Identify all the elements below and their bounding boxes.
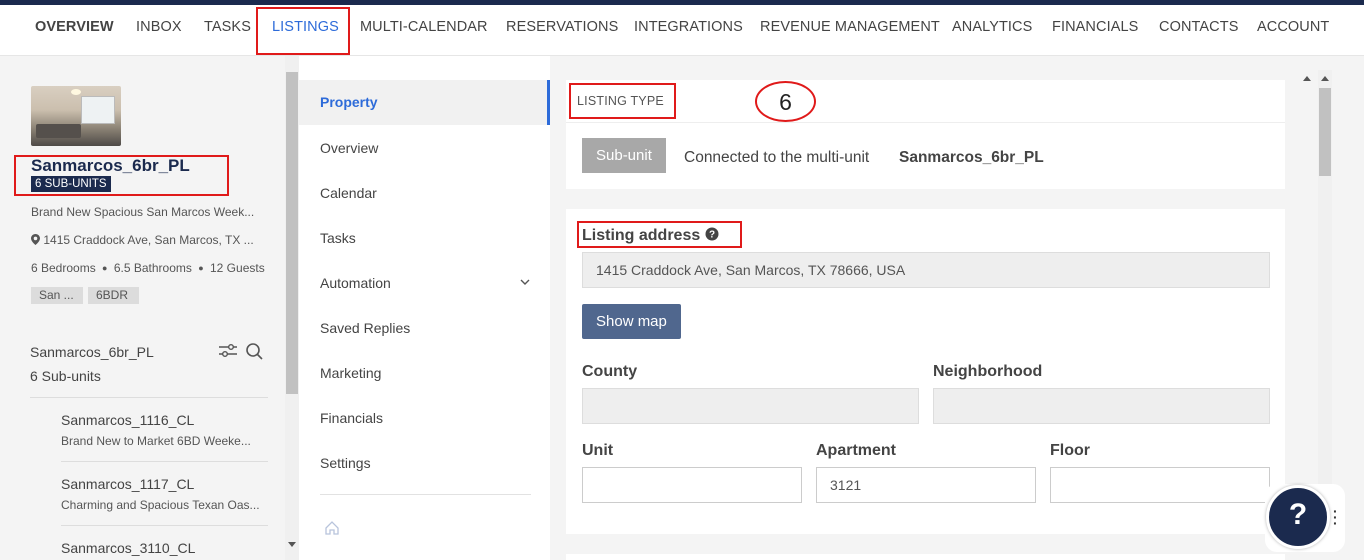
subunit-desc: Charming and Spacious Texan Oas... <box>61 498 260 512</box>
sublist-title[interactable]: Sanmarcos_6br_PL <box>30 344 154 360</box>
home-icon[interactable] <box>325 521 339 535</box>
nav-contacts[interactable]: CONTACTS <box>1159 19 1238 35</box>
nav-integrations[interactable]: INTEGRATIONS <box>634 19 743 35</box>
help-icon: ? <box>1288 498 1308 531</box>
subunit-name[interactable]: Sanmarcos_1117_CL <box>61 476 194 492</box>
sub-unit-button[interactable]: Sub-unit <box>582 138 666 173</box>
menu-item-overview[interactable]: Overview <box>320 140 378 156</box>
property-thumbnail[interactable] <box>31 86 121 146</box>
property-menu: Property Overview Calendar Tasks Automat… <box>299 56 550 560</box>
show-map-button[interactable]: Show map <box>582 304 681 339</box>
subunit-desc: Brand New to Market 6BD Weeke... <box>61 434 251 448</box>
thumbnail-sofa <box>36 124 81 138</box>
nav-reservations[interactable]: RESERVATIONS <box>506 19 618 35</box>
divider <box>30 397 268 398</box>
divider <box>320 494 531 495</box>
county-label: County <box>582 363 638 380</box>
dot-separator-icon: ● <box>102 263 108 273</box>
location-pin-icon <box>31 234 40 245</box>
highlight-property-name <box>14 155 229 196</box>
apartment-label: Apartment <box>816 442 897 459</box>
annotation-circle: 6 <box>755 81 816 122</box>
connected-text: Connected to the multi-unit <box>684 149 870 166</box>
subunit-name[interactable]: Sanmarcos_3110_CL <box>61 540 195 556</box>
sidebar-scroll-thumb[interactable] <box>286 72 298 394</box>
thumbnail-lamp <box>71 89 81 95</box>
highlight-listings <box>256 7 350 55</box>
property-sidebar: Sanmarcos_6br_PL 6 SUB-UNITS Brand New S… <box>0 56 284 560</box>
main-content: LISTING TYPE Sub-unit Connected to the m… <box>550 56 1300 560</box>
listing-address-field[interactable]: 1415 Craddock Ave, San Marcos, TX 78666,… <box>582 252 1270 288</box>
bedrooms: 6 Bedrooms <box>31 261 96 275</box>
highlight-listing-address <box>577 221 742 248</box>
help-button[interactable]: ? <box>1266 485 1330 549</box>
nav-overview[interactable]: OVERVIEW <box>35 19 114 35</box>
search-icon[interactable] <box>245 342 265 360</box>
scroll-up-icon[interactable] <box>1303 75 1311 81</box>
county-field[interactable] <box>582 388 919 424</box>
scroll-thumb[interactable] <box>1319 88 1331 176</box>
neighborhood-field[interactable] <box>933 388 1270 424</box>
nav-account[interactable]: ACCOUNT <box>1257 19 1329 35</box>
sublist-count: 6 Sub-units <box>30 368 101 384</box>
menu-item-marketing[interactable]: Marketing <box>320 365 381 381</box>
bathrooms: 6.5 Bathrooms <box>113 261 192 275</box>
nav-inbox[interactable]: INBOX <box>136 19 182 35</box>
menu-item-property[interactable]: Property <box>299 80 550 125</box>
annotation-number: 6 <box>779 89 792 115</box>
main-nav: OVERVIEW INBOX TASKS LISTINGS MULTI-CALE… <box>0 5 1364 56</box>
floor-input[interactable] <box>1050 467 1270 503</box>
thumbnail-window <box>81 96 115 124</box>
menu-item-tasks[interactable]: Tasks <box>320 230 356 246</box>
filter-icon[interactable] <box>218 342 238 360</box>
highlight-listing-type <box>569 83 676 119</box>
unit-input[interactable] <box>582 467 802 503</box>
tag-6bdr[interactable]: 6BDR <box>88 287 139 304</box>
next-card <box>566 554 1285 560</box>
property-address: 1415 Craddock Ave, San Marcos, TX ... <box>43 233 254 247</box>
neighborhood-label: Neighborhood <box>933 363 1043 380</box>
property-description: Brand New Spacious San Marcos Week... <box>31 205 255 219</box>
more-options-icon[interactable]: · · · <box>1333 504 1338 530</box>
scroll-down-icon[interactable] <box>288 542 296 548</box>
nav-financials[interactable]: FINANCIALS <box>1052 19 1138 35</box>
guests: 12 Guests <box>210 261 265 275</box>
unit-label: Unit <box>582 442 614 459</box>
menu-item-automation[interactable]: Automation <box>320 275 391 291</box>
menu-item-settings[interactable]: Settings <box>320 455 371 471</box>
scroll-up-icon[interactable] <box>1321 75 1329 81</box>
dot-separator-icon: ● <box>198 263 204 273</box>
connected-multi-unit-link[interactable]: Sanmarcos_6br_PL <box>899 149 1044 167</box>
apartment-input[interactable]: 3121 <box>816 467 1036 503</box>
menu-item-label: Property <box>320 94 378 110</box>
nav-multi-calendar[interactable]: MULTI-CALENDAR <box>360 19 488 35</box>
property-address-row: 1415 Craddock Ave, San Marcos, TX ... <box>31 233 254 247</box>
nav-revenue-management[interactable]: REVENUE MANAGEMENT <box>760 19 940 35</box>
divider <box>61 461 268 462</box>
property-stats: 6 Bedrooms ● 6.5 Bathrooms ● 12 Guests <box>31 261 265 275</box>
menu-item-calendar[interactable]: Calendar <box>320 185 377 201</box>
divider <box>566 122 1285 123</box>
floor-label: Floor <box>1050 442 1090 459</box>
nav-tasks[interactable]: TASKS <box>204 19 251 35</box>
menu-item-saved-replies[interactable]: Saved Replies <box>320 320 410 336</box>
sidebar-scrollbar[interactable] <box>285 56 299 560</box>
nav-analytics[interactable]: ANALYTICS <box>952 19 1032 35</box>
chevron-down-icon[interactable] <box>520 279 530 286</box>
subunit-name[interactable]: Sanmarcos_1116_CL <box>61 412 194 428</box>
listing-address-card: Listing address ? 1415 Craddock Ave, San… <box>566 209 1285 534</box>
tag-san[interactable]: San ... <box>31 287 83 304</box>
divider <box>61 525 268 526</box>
menu-item-financials[interactable]: Financials <box>320 410 383 426</box>
